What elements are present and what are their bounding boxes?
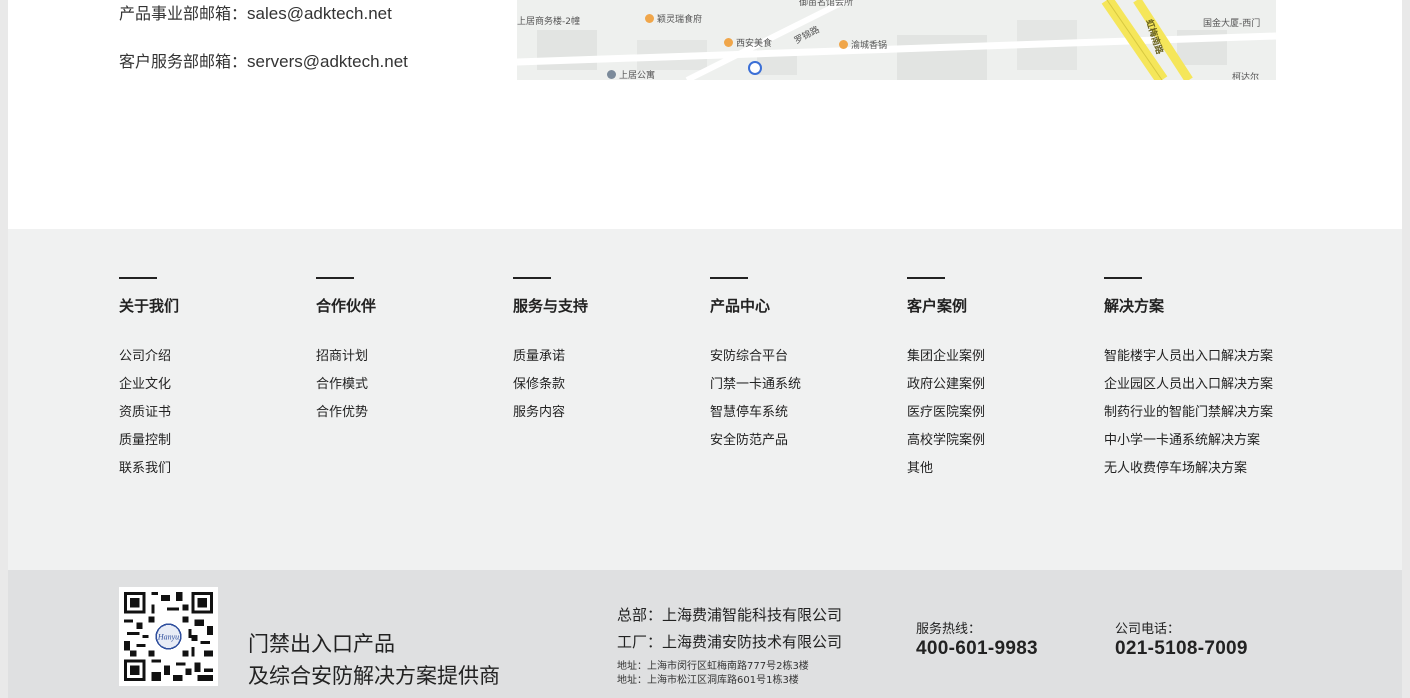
footer-col-cases: 客户案例 集团企业案例 政府公建案例 医疗医院案例 高校学院案例 其他: [907, 277, 985, 489]
footer-link[interactable]: 招商计划: [316, 349, 376, 377]
col-divider: [316, 277, 354, 279]
hotline-label: 服务热线：: [916, 622, 982, 637]
footer-link[interactable]: 无人收费停车场解决方案: [1104, 461, 1273, 489]
map-poi: 颖灵瑞食府: [645, 12, 702, 25]
map-label: 颖灵瑞食府: [657, 15, 703, 25]
map-poi: 上居公寓: [607, 68, 655, 80]
map-label: 国金大厦-西门: [1203, 19, 1261, 29]
footer-col-products: 产品中心 安防综合平台 门禁一卡通系统 智慧停车系统 安全防范产品: [710, 277, 801, 461]
sales-email-line: 产品事业部邮箱：sales@adktech.net: [119, 0, 392, 24]
footer-link[interactable]: 政府公建案例: [907, 377, 985, 405]
footer-col-title[interactable]: 关于我们: [119, 295, 179, 316]
qr-code: Hanyu: [119, 587, 218, 686]
footer-link[interactable]: 高校学院案例: [907, 433, 985, 461]
footer-col-solutions: 解决方案 智能楼宇人员出入口解决方案 企业园区人员出入口解决方案 制药行业的智能…: [1104, 277, 1273, 489]
svg-text:Hanyu: Hanyu: [157, 633, 179, 642]
footer-link[interactable]: 合作模式: [316, 377, 376, 405]
col-divider: [1104, 277, 1142, 279]
footer-nav: 关于我们 公司介绍 企业文化 资质证书 质量控制 联系我们 合作伙伴 招商计划 …: [8, 229, 1402, 570]
map-pin-icon: [839, 40, 848, 49]
map-poi: 渝城香锅: [839, 38, 887, 51]
footer-link[interactable]: 合作优势: [316, 405, 376, 433]
footer-link[interactable]: 安全防范产品: [710, 433, 801, 461]
map-poi: 西安美食: [724, 36, 772, 49]
footer-link[interactable]: 制药行业的智能门禁解决方案: [1104, 405, 1273, 433]
map-label: 西安美食: [736, 39, 773, 49]
footer-link[interactable]: 质量承诺: [513, 349, 588, 377]
footer-col-title[interactable]: 服务与支持: [513, 295, 588, 316]
col-divider: [907, 277, 945, 279]
map-pin-icon: [645, 14, 654, 23]
footer-col-title[interactable]: 客户案例: [907, 295, 985, 316]
col-divider: [710, 277, 748, 279]
footer-link[interactable]: 集团企业案例: [907, 349, 985, 377]
footer-link[interactable]: 企业文化: [119, 377, 179, 405]
service-email-label: 客户服务部邮箱：: [119, 52, 248, 71]
map-label: 柯达尔: [1232, 73, 1260, 80]
col-divider: [513, 277, 551, 279]
service-email-link[interactable]: servers@adktech.net: [247, 52, 408, 71]
footer-col-support: 服务与支持 质量承诺 保修条款 服务内容: [513, 277, 588, 433]
col-divider: [119, 277, 157, 279]
footer-col-about: 关于我们 公司介绍 企业文化 资质证书 质量控制 联系我们: [119, 277, 179, 489]
footer-link[interactable]: 智慧停车系统: [710, 405, 801, 433]
footer-link[interactable]: 服务内容: [513, 405, 588, 433]
map-pin-icon: [607, 70, 616, 79]
footer-link[interactable]: 智能楼宇人员出入口解决方案: [1104, 349, 1273, 377]
metro-icon: [748, 61, 762, 75]
footer-link[interactable]: 门禁一卡通系统: [710, 377, 801, 405]
page: 产品事业部邮箱：sales@adktech.net 客户服务部邮箱：server…: [8, 0, 1402, 698]
tel-label: 公司电话：: [1115, 622, 1181, 637]
footer-link[interactable]: 医疗医院案例: [907, 405, 985, 433]
footer-link[interactable]: 中小学一卡通系统解决方案: [1104, 433, 1273, 461]
footer-col-title[interactable]: 解决方案: [1104, 295, 1273, 316]
sales-email-label: 产品事业部邮箱：: [119, 4, 248, 23]
tagline-line-1: 门禁出入口产品: [248, 632, 395, 656]
map-label: 上居公寓: [619, 71, 656, 80]
location-map[interactable]: 上居商务楼-2幢 颖灵瑞食府 西安美食 罗锦路 渝城香锅 上居公寓 虹梅南路 国…: [517, 0, 1276, 80]
footer-link[interactable]: 资质证书: [119, 405, 179, 433]
footer-link[interactable]: 联系我们: [119, 461, 179, 489]
factory-text: 工厂：上海费浦安防技术有限公司: [617, 633, 843, 651]
qr-code-icon: Hanyu: [124, 592, 213, 681]
company-info-bar: Hanyu 门禁出入口产品 及综合安防解决方案提供商 总部：上海费浦智能科技有限…: [8, 570, 1402, 698]
footer-link[interactable]: 质量控制: [119, 433, 179, 461]
service-email-line: 客户服务部邮箱：servers@adktech.net: [119, 48, 408, 72]
footer-link[interactable]: 安防综合平台: [710, 349, 801, 377]
footer-col-title[interactable]: 合作伙伴: [316, 295, 376, 316]
tagline-line-2: 及综合安防解决方案提供商: [248, 664, 500, 688]
contact-section: 产品事业部邮箱：sales@adktech.net 客户服务部邮箱：server…: [8, 0, 1402, 229]
footer-col-partners: 合作伙伴 招商计划 合作模式 合作优势: [316, 277, 376, 433]
map-label: 御苗名馆会所: [799, 0, 854, 8]
map-label: 上居商务楼-2幢: [517, 17, 580, 27]
headquarters-text: 总部：上海费浦智能科技有限公司: [617, 606, 843, 624]
sales-email-link[interactable]: sales@adktech.net: [247, 4, 392, 23]
footer-link[interactable]: 其他: [907, 461, 985, 489]
hotline-number[interactable]: 400-601-9983: [916, 638, 1038, 660]
map-pin-icon: [724, 38, 733, 47]
footer-link[interactable]: 保修条款: [513, 377, 588, 405]
address-line-1: 地址：上海市闵行区虹梅南路777号2栋3楼: [617, 661, 809, 672]
footer-link[interactable]: 企业园区人员出入口解决方案: [1104, 377, 1273, 405]
address-line-2: 地址：上海市松江区洞库路601号1栋3楼: [617, 675, 799, 686]
footer-link[interactable]: 公司介绍: [119, 349, 179, 377]
tel-number[interactable]: 021-5108-7009: [1115, 638, 1248, 660]
map-label: 渝城香锅: [851, 41, 888, 51]
footer-col-title[interactable]: 产品中心: [710, 295, 801, 316]
